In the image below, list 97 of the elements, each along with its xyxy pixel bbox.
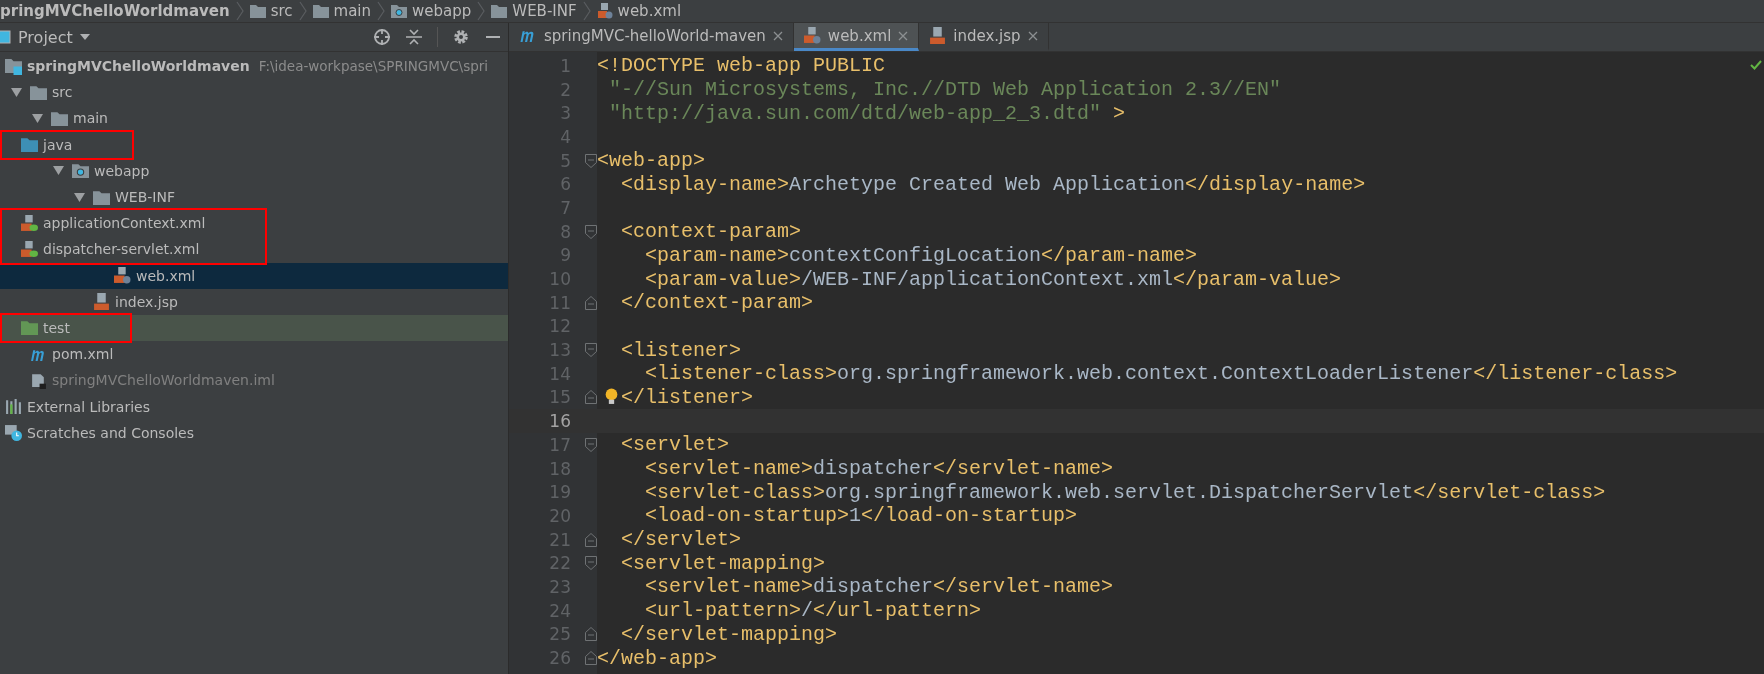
module-icon [5, 57, 22, 75]
code-line: <servlet-name>dispatcher</servlet-name> [645, 575, 1114, 599]
folder-icon [51, 110, 68, 126]
code-line: "http://java.sun.com/dtd/web-app_2_3.dtd" > [609, 101, 1126, 125]
code-line: <param-value>/WEB-INF/applicationContext.xml</param-value> [645, 267, 1342, 291]
fold-icon[interactable] [585, 343, 597, 358]
chevron-icon [582, 1, 591, 21]
code-line: <display-name>Archetype Created Web Application</display-name> [621, 172, 1366, 196]
lightbulb-icon[interactable] [605, 387, 618, 405]
tree-item[interactable]: WEB-INF [93, 189, 175, 206]
code-line: <web-app> [597, 149, 706, 173]
editor-tab[interactable]: springMVC-helloWorld-maven [509, 23, 794, 51]
code-line: <param-name>contextConfigLocation</param-name> [645, 243, 1198, 267]
code-line: </context-param> [621, 291, 814, 315]
file-icon [803, 27, 821, 44]
editor-tab[interactable]: web.xml [793, 23, 920, 51]
expand-arrow-icon[interactable] [11, 87, 22, 97]
folder-icon [21, 137, 38, 153]
tree-item[interactable]: main [51, 110, 108, 127]
breadcrumb-item[interactable]: WEB-INF [491, 2, 577, 20]
folder-icon [93, 189, 110, 205]
folder-icon [391, 4, 408, 18]
file-icon [21, 214, 38, 232]
chevron-icon [298, 1, 307, 21]
tree-item[interactable]: webapp [72, 162, 150, 179]
expand-arrow-icon[interactable] [32, 113, 43, 123]
breadcrumb-item[interactable]: main [312, 2, 372, 20]
tree-item[interactable]: springMVChelloWorldmaven F:\idea-workpase\SPRINGMVC\spri [5, 57, 489, 75]
close-icon[interactable] [772, 30, 783, 41]
fold-icon[interactable] [585, 532, 597, 547]
file-icon [30, 371, 47, 389]
fold-icon[interactable] [585, 390, 597, 405]
checkmark-icon [1750, 60, 1762, 70]
file-icon [596, 3, 613, 19]
code-line: </servlet> [621, 528, 742, 552]
tree-item[interactable]: src [30, 84, 73, 101]
folder-icon [249, 4, 266, 18]
tree-item[interactable]: External Libraries [5, 398, 150, 416]
folder-icon [21, 320, 38, 336]
chevron-icon [235, 1, 244, 21]
expand-arrow-icon[interactable] [74, 192, 85, 202]
locate-icon[interactable] [373, 28, 391, 46]
file-icon [929, 27, 947, 44]
folder-icon [72, 163, 89, 179]
fold-icon[interactable] [585, 295, 597, 310]
editor-tab[interactable]: index.jsp [919, 23, 1049, 51]
fold-icon[interactable] [585, 651, 597, 666]
chevron-icon [477, 1, 486, 21]
code-line: <servlet-mapping> [621, 551, 826, 575]
tree-item[interactable]: java [21, 136, 73, 153]
fold-icon[interactable] [585, 627, 597, 642]
scratches-icon [5, 424, 22, 442]
code-line: <!DOCTYPE web-app PUBLIC [597, 54, 886, 78]
code-line: <load-on-startup>1</load-on-startup> [645, 504, 1078, 528]
code-line: <servlet-name>dispatcher</servlet-name> [645, 457, 1114, 481]
folder-icon [312, 4, 329, 18]
code-line: <listener-class>org.springframework.web.context.ContextLoaderListener</listener-class> [645, 362, 1678, 386]
collapse-icon[interactable] [405, 28, 423, 46]
settings-icon[interactable] [452, 28, 470, 46]
code-line: </listener> [621, 385, 754, 409]
line-number: 16 [548, 411, 571, 432]
folder-icon [30, 84, 47, 100]
file-icon [21, 240, 38, 258]
chevron-icon [377, 1, 386, 21]
fold-icon[interactable] [585, 437, 597, 452]
tree-item[interactable]: index.jsp [93, 293, 178, 311]
fold-icon[interactable] [585, 224, 597, 239]
breadcrumb-item[interactable]: src [249, 2, 293, 20]
close-icon[interactable] [1027, 30, 1038, 41]
code-line: "-//Sun Microsystems, Inc.//DTD Web Application 2.3//EN" [609, 78, 1282, 102]
code-line: <servlet> [621, 433, 730, 457]
breadcrumb-item[interactable]: pringMVChelloWorldmaven [0, 2, 230, 20]
code-line: <url-pattern>/</url-pattern> [645, 599, 982, 623]
fold-icon[interactable] [585, 153, 597, 168]
code-line: </servlet-mapping> [621, 622, 838, 646]
caret-icon [79, 34, 90, 40]
tree-item[interactable]: Scratches and Consoles [5, 424, 194, 442]
folder-icon [491, 4, 508, 18]
code-line: <listener> [621, 338, 742, 362]
tree-item-selected[interactable]: web.xml [114, 267, 196, 285]
tree-item[interactable]: test [21, 319, 70, 336]
file-icon [93, 293, 110, 311]
panel-icon [0, 30, 11, 44]
code-line: <context-param> [621, 220, 802, 244]
code-line: <servlet-class>org.springframework.web.servlet.DispatcherServlet</servlet-class> [645, 480, 1606, 504]
tree-item[interactable]: dispatcher-servlet.xml [21, 240, 200, 258]
expand-arrow-icon[interactable] [53, 166, 64, 176]
fold-icon[interactable] [585, 556, 597, 571]
breadcrumb-item[interactable]: web.xml [596, 2, 682, 20]
breadcrumb-item[interactable]: webapp [391, 2, 472, 20]
libraries-icon [5, 398, 22, 416]
close-icon[interactable] [898, 30, 909, 41]
panel-title-dropdown[interactable]: Project [0, 27, 90, 47]
tree-item[interactable]: applicationContext.xml [21, 214, 206, 232]
code-line: </web-app> [597, 646, 718, 670]
tree-item[interactable]: pom.xml [30, 346, 114, 363]
file-icon [114, 267, 131, 285]
